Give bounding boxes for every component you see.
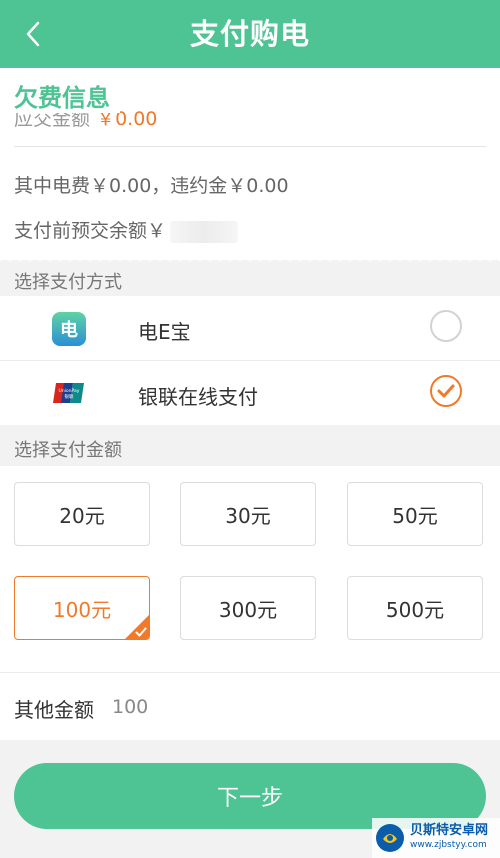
payment-method-label: 选择支付方式 xyxy=(14,272,122,293)
other-amount-input[interactable] xyxy=(110,689,454,725)
arrears-detail: 其中电费￥0.00，违约金￥0.00 xyxy=(14,175,289,197)
payment-method-name: 电E宝 xyxy=(138,320,191,344)
corner-check-icon xyxy=(135,627,147,637)
svg-text:电: 电 xyxy=(60,319,78,341)
svg-text:银联: 银联 xyxy=(65,393,74,400)
unionpay-icon: UnionPay 银联 xyxy=(53,383,84,403)
amount-options-panel: 20元 30元 50元 100元 300元 500元 xyxy=(0,466,500,672)
other-amount-label: 其他金额 xyxy=(14,698,94,722)
arrears-heading: 欠费信息 xyxy=(14,78,120,113)
app-header: 支付购电 xyxy=(0,0,500,68)
amount-option-300[interactable]: 300元 xyxy=(180,576,316,640)
radio-unchecked-icon[interactable] xyxy=(430,310,462,342)
prepaid-balance-row: 支付前预交余额￥ xyxy=(14,216,239,243)
amount-option-100[interactable]: 100元 xyxy=(14,576,150,640)
checkmark-icon xyxy=(437,384,455,398)
watermark-name: 贝斯特安卓网 xyxy=(410,823,489,838)
payment-method-unionpay[interactable]: UnionPay 银联 银联在线支付 xyxy=(0,361,500,425)
divider xyxy=(14,146,486,147)
redacted-value xyxy=(170,220,239,243)
amount-option-500[interactable]: 500元 xyxy=(347,576,483,640)
radio-checked-icon[interactable] xyxy=(430,375,462,407)
payment-method-dianebao[interactable]: 电 电E宝 xyxy=(0,296,500,360)
watermark-url: www.zjbstyy.com xyxy=(410,840,487,850)
amount-option-label: 100元 xyxy=(52,597,112,622)
prepaid-balance-label: 支付前预交余额￥ xyxy=(14,220,167,242)
svg-text:UnionPay: UnionPay xyxy=(59,388,80,394)
zigzag-edge xyxy=(0,252,500,262)
arrears-info-panel: 欠费信息 应交金额 ￥0.00 其中电费￥0.00，违约金￥0.00 支付前预交… xyxy=(0,68,500,260)
amount-option-30[interactable]: 30元 xyxy=(180,482,316,546)
payment-method-name: 银联在线支付 xyxy=(138,385,258,409)
watermark-logo-icon xyxy=(376,824,404,852)
dianebao-icon: 电 xyxy=(52,312,86,346)
page-title: 支付购电 xyxy=(189,17,310,51)
amount-option-20[interactable]: 20元 xyxy=(14,482,150,546)
payment-amount-label: 选择支付金额 xyxy=(14,440,122,461)
other-amount-row: 其他金额 xyxy=(0,672,500,740)
amount-option-50[interactable]: 50元 xyxy=(347,482,483,546)
site-watermark: 贝斯特安卓网 www.zjbstyy.com xyxy=(372,818,500,858)
